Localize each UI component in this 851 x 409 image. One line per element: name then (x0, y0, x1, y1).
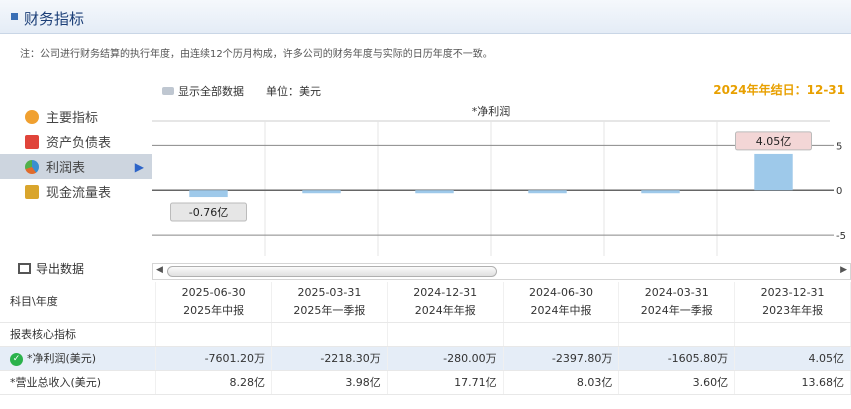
coins-icon (25, 184, 39, 199)
sidebar-item-income-statement[interactable]: 利润表 ▶ (0, 154, 152, 179)
row-label: ✓ *净利润(美元) (0, 346, 157, 371)
export-data-button[interactable]: 导出数据 (18, 260, 84, 277)
show-all-label: 显示全部数据 (178, 85, 244, 98)
table-row[interactable]: ✓ *净利润(美元) -7601.20万 -2218.30万 -280.00万 -… (0, 346, 851, 371)
chart-options: 显示全部数据 单位：美元 (162, 83, 321, 99)
column-date: 2024-03-31 (644, 285, 709, 299)
table-cell: -2397.80万 (503, 346, 620, 371)
sidebar-item-balance-sheet[interactable]: 资产负债表 (0, 129, 152, 154)
data-label: 4.05亿 (756, 135, 792, 148)
data-label: -0.76亿 (189, 206, 228, 219)
sun-icon (25, 109, 39, 124)
column-type: 2024年一季报 (640, 303, 713, 317)
chart-bar (302, 190, 341, 194)
column-date: 2024-06-30 (529, 285, 593, 299)
chart-bar (754, 153, 793, 191)
scroll-right-arrow-icon[interactable]: ▶ (840, 265, 847, 275)
sidebar-item-cash-flow[interactable]: 现金流量表 (0, 179, 152, 204)
y-tick-label: 5 (836, 141, 842, 152)
document-icon (25, 134, 39, 149)
table-cell: 8.03亿 (503, 370, 620, 395)
section-label: 报表核心指标 (0, 322, 157, 347)
header-label-cell: 科目\年度 (0, 282, 157, 323)
table-cell: -7601.20万 (155, 346, 273, 371)
column-date: 2023-12-31 (760, 285, 825, 299)
column-date: 2024-12-31 (413, 285, 478, 299)
column-type: 2025年中报 (183, 303, 245, 317)
scroll-thumb[interactable] (167, 266, 497, 277)
table-cell: -1605.80万 (618, 346, 736, 371)
column-header: 2023-12-31 2023年年报 (734, 282, 851, 323)
chart-bar (415, 190, 454, 194)
sidebar-item-label: 利润表 (46, 161, 86, 176)
column-header: 2024-06-30 2024年中报 (503, 282, 620, 323)
column-type: 2023年年报 (762, 303, 824, 317)
chart-bar (641, 190, 680, 194)
fiscal-note: 注：公司进行财务结算的执行年度，由连续12个历月构成，许多公司的财务年度与实际的… (20, 49, 493, 60)
column-header: 2025-06-30 2025年中报 (155, 282, 273, 323)
financial-table: 科目\年度 2025-06-30 2025年中报 2025-03-31 2025年一… (0, 282, 851, 395)
scroll-left-arrow-icon[interactable]: ◀ (156, 265, 163, 275)
table-cell: 17.71亿 (387, 370, 504, 395)
table-cell: -280.00万 (387, 346, 504, 371)
export-icon (18, 263, 31, 274)
table-cell: 13.68亿 (734, 370, 851, 395)
column-type: 2025年一季报 (293, 303, 366, 317)
column-date: 2025-03-31 (297, 285, 362, 299)
table-cell: -2218.30万 (271, 346, 388, 371)
chart-bar (189, 190, 228, 198)
section-row: 报表核心指标 (0, 322, 851, 347)
row-label: *营业总收入(美元) (0, 370, 157, 395)
table-cell: 3.60亿 (618, 370, 736, 395)
column-type: 2024年年报 (414, 303, 476, 317)
table-header-row: 科目\年度 2025-06-30 2025年中报 2025-03-31 2025年一… (0, 282, 851, 323)
column-header: 2024-03-31 2024年一季报 (618, 282, 736, 323)
column-header: 2024-12-31 2024年年报 (387, 282, 504, 323)
check-icon: ✓ (10, 352, 23, 366)
chart-scrollbar[interactable]: ◀ ▶ (152, 263, 851, 280)
y-tick-label: 0 (836, 186, 842, 197)
net-profit-chart: *净利润 5 0 -5 -0.76亿 4.05亿 (152, 103, 851, 256)
sidebar-item-label: 资产负债表 (46, 136, 112, 151)
checkbox-icon (162, 87, 174, 95)
chart-svg: *净利润 5 0 -5 -0.76亿 4.05亿 (152, 104, 846, 256)
table-cell: 3.98亿 (271, 370, 388, 395)
sidebar-item-label: 现金流量表 (46, 186, 112, 201)
sidebar-item-main-indicators[interactable]: 主要指标 (0, 104, 152, 129)
sidebar-item-label: 主要指标 (46, 111, 99, 126)
unit-label: 单位：美元 (266, 85, 321, 98)
table-row[interactable]: *营业总收入(美元) 8.28亿 3.98亿 17.71亿 8.03亿 3.60… (0, 370, 851, 395)
table-cell: 8.28亿 (155, 370, 273, 395)
page-title: 财务指标 (24, 10, 85, 28)
statement-sidebar: 主要指标 资产负债表 利润表 ▶ 现金流量表 (0, 104, 152, 204)
y-tick-label: -5 (836, 231, 846, 242)
chart-title: *净利润 (472, 104, 511, 118)
title-bullet-icon (11, 13, 18, 20)
chart-bar (528, 190, 567, 194)
chevron-right-icon: ▶ (134, 159, 144, 174)
globe-icon (25, 159, 39, 174)
export-label: 导出数据 (36, 262, 85, 276)
column-header: 2025-03-31 2025年一季报 (271, 282, 388, 323)
table-cell: 4.05亿 (734, 346, 851, 371)
row-label-text: *净利润(美元) (27, 352, 97, 365)
column-type: 2024年中报 (530, 303, 592, 317)
show-all-toggle[interactable]: 显示全部数据 (162, 83, 244, 99)
column-date: 2025-06-30 (181, 285, 246, 299)
title-bar: 财务指标 (0, 0, 851, 34)
fiscal-year-end: 2024年年结日：12-31 (713, 83, 845, 97)
